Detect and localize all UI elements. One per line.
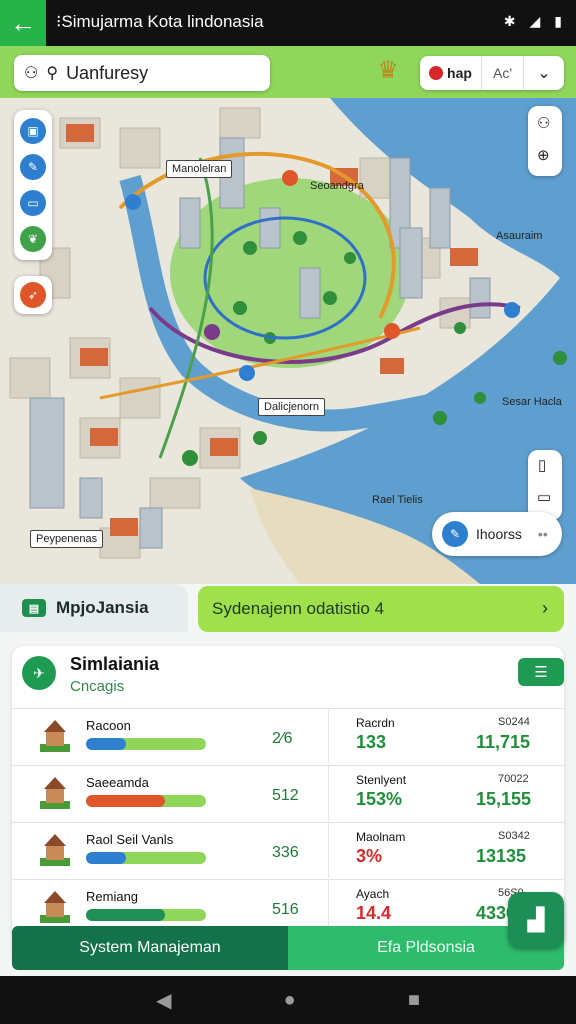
person-icon[interactable]: ⚇ [537, 114, 550, 132]
signal-icon: ◢ [529, 13, 541, 29]
chevron-down-icon[interactable]: ⌄ [524, 63, 564, 83]
hap-button[interactable]: hap [420, 56, 482, 90]
back-button[interactable]: ← [0, 0, 46, 46]
header-pill[interactable]: hap Ac' ⌄ [420, 56, 564, 90]
bar-chart-icon: ▟ [527, 907, 545, 932]
map-label: Rael Tielis [372, 494, 423, 506]
map-label: Seoandgra [310, 180, 364, 192]
map-tool-fire[interactable]: ➶ [14, 276, 52, 314]
row-name: Remiang [86, 889, 139, 904]
compass-icon[interactable]: ⊕ [537, 146, 550, 164]
building-thumbnail [40, 720, 70, 752]
building-thumbnail [40, 834, 70, 866]
stat-value: 133 [356, 732, 387, 752]
badge-icon [429, 66, 444, 80]
stat-total: 11,715 [476, 732, 531, 752]
nav-recents-icon[interactable]: ■ [408, 989, 420, 1012]
stat-code: S0342 [498, 830, 530, 842]
edit-icon: ✎ [442, 521, 468, 547]
stat-label: Racrdn [356, 716, 395, 730]
status-bar-icons: ✱ ◢ ▮ [504, 13, 562, 30]
alarm-icon: ✱ [503, 13, 516, 29]
progress-bar [86, 852, 206, 864]
stat-code: 70022 [498, 773, 529, 785]
stat-code: S0244 [498, 716, 530, 728]
card-icon: ▤ [22, 599, 46, 617]
progress-fill [86, 852, 126, 864]
progress-fill [86, 909, 166, 921]
map-control-top: ⚇ ⊕ [528, 106, 562, 176]
building-thumbnail [40, 777, 70, 809]
row-name: Racoon [86, 718, 131, 733]
info-banner[interactable]: Sydenajenn odatistio 4 › [198, 586, 564, 632]
list-view-button[interactable]: ☰ [518, 658, 564, 686]
row-name: Saeeamda [86, 775, 149, 790]
stat-value: 153% [356, 789, 403, 809]
map-label: Sesar Hacla [502, 396, 562, 408]
map-callout[interactable]: ✎ Ihoorss •• [432, 512, 562, 556]
crown-icon[interactable]: ♛ [372, 56, 404, 88]
map-label: Asauraim [496, 230, 543, 242]
pen-icon[interactable]: ✎ [20, 154, 46, 180]
card-title: Simlaiania [70, 654, 160, 674]
nav-home-icon[interactable]: ● [284, 989, 296, 1012]
ac-button[interactable]: Ac' [482, 56, 524, 90]
map-label: Peypenenas [30, 530, 104, 548]
app-title: ⁝Simujarma Kota lindonasia [56, 12, 264, 31]
plane-icon: ✈ [22, 656, 56, 690]
row-name: Raol Seil Vanls [86, 832, 174, 847]
system-management-button[interactable]: System Manajeman [12, 926, 288, 970]
layers-icon[interactable]: ▣ [20, 118, 46, 144]
stat-label: Maolnam [356, 830, 406, 844]
chevron-right-icon: › [542, 598, 548, 618]
stat-value: 14.4 [356, 903, 392, 923]
stat-total: 15,155 [476, 789, 532, 809]
map-label: Manolelran [166, 160, 233, 178]
chart-fab-button[interactable]: ▟ [508, 892, 564, 948]
tab-main[interactable]: ▤ MpjoJansia [0, 584, 188, 632]
card-subtitle: Cncagis [70, 678, 125, 695]
map-label: Dalicjenorn [258, 398, 326, 416]
nav-back-icon[interactable]: ◀ [156, 988, 171, 1013]
fire-icon: ➶ [20, 282, 46, 308]
map-tool-column: ▣ ✎ ▭ ❦ [14, 110, 52, 260]
progress-bar [86, 738, 206, 750]
row-value: 516 [272, 901, 299, 918]
row-value: 512 [272, 787, 299, 804]
progress-fill [86, 738, 126, 750]
info-icon[interactable]: ▯ [538, 456, 546, 474]
leaf-icon[interactable]: ❦ [20, 226, 46, 252]
folder-icon[interactable]: ▭ [537, 488, 551, 506]
stat-total: 13135 [476, 846, 527, 866]
progress-bar [86, 795, 206, 807]
row-value: 336 [272, 844, 299, 861]
battery-icon: ▮ [554, 13, 562, 29]
map-control-bottom: ▯ ▭ [528, 450, 562, 520]
search-icon: ⚲ [46, 65, 59, 82]
progress-bar [86, 909, 206, 921]
user-icon[interactable]: ⚇ [24, 63, 38, 83]
bus-icon[interactable]: ▭ [20, 190, 46, 216]
list-icon: ☰ [534, 664, 548, 681]
stat-label: Ayach [356, 887, 390, 901]
progress-fill [86, 795, 166, 807]
search-value: Uanfuresy [66, 62, 149, 83]
building-thumbnail [40, 891, 70, 923]
system-nav-bar: ◀ ● ■ [0, 976, 576, 1024]
more-icon: •• [537, 526, 548, 542]
arrow-left-icon: ← [10, 7, 36, 38]
stat-value: 3% [356, 846, 383, 866]
row-value: 2⁄6 [272, 730, 293, 747]
stat-label: Stenlyent [356, 773, 407, 787]
search-input[interactable]: ⚇ ⚲ Uanfuresy [14, 55, 270, 91]
